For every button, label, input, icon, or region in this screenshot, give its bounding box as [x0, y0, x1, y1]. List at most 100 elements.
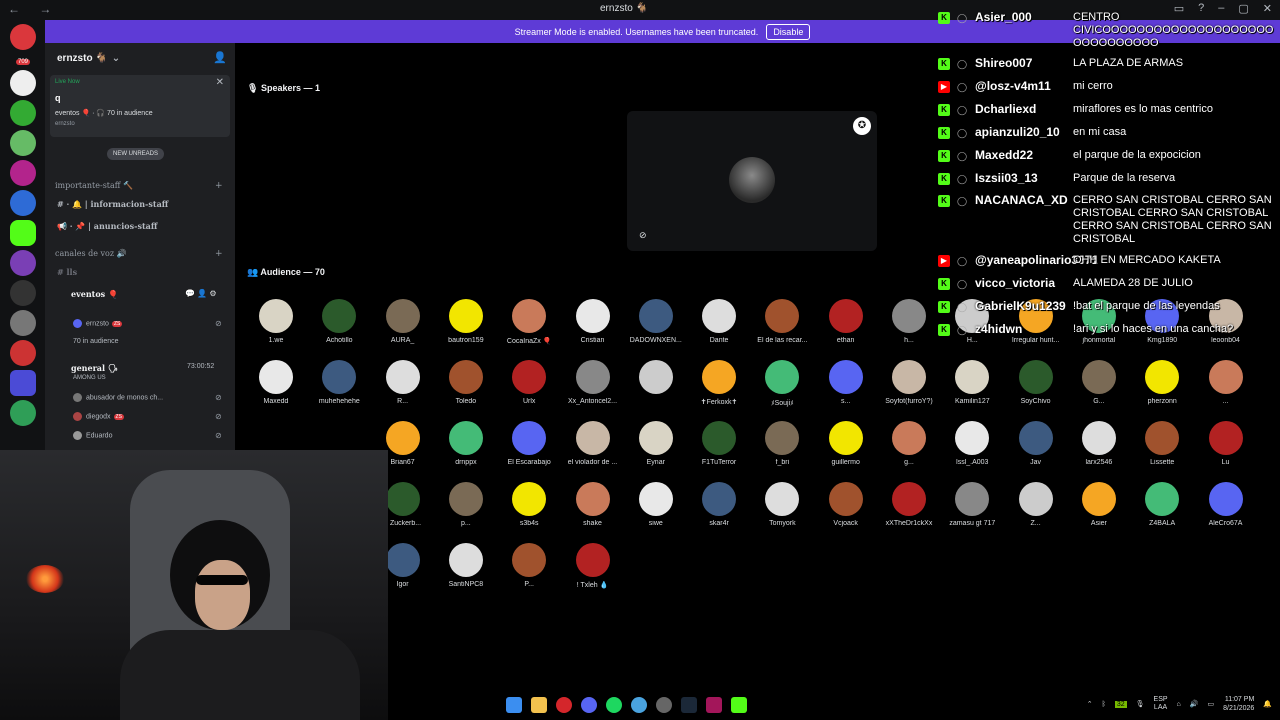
server-icon[interactable] [10, 100, 36, 126]
audience-member[interactable]: AURA_ [368, 299, 438, 344]
discord-home-icon[interactable] [10, 24, 36, 50]
notifications-icon[interactable]: 🔔 [1263, 700, 1272, 708]
disable-streamer-mode-button[interactable]: Disable [766, 23, 811, 40]
channel-lls[interactable]: # lls [57, 267, 77, 277]
file-explorer-icon[interactable] [531, 697, 547, 713]
audience-member[interactable]: ! Txleh 💧 [558, 543, 628, 589]
close-icon[interactable]: ✕ [216, 77, 224, 88]
stage-channel-eventos[interactable]: eventos 🎈 [71, 289, 118, 299]
audience-member[interactable]: p... [431, 482, 501, 527]
audience-member[interactable]: s... [811, 360, 881, 405]
steam-icon[interactable] [681, 697, 697, 713]
audience-member[interactable]: Tomyork [747, 482, 817, 527]
audience-member[interactable]: R... [368, 360, 438, 405]
premiere-server-icon[interactable] [10, 370, 36, 396]
battery-icon[interactable]: ▭ [1208, 700, 1215, 708]
audience-member[interactable]: AleCro67A [1191, 482, 1261, 527]
audience-member[interactable]: SoyChivo [1001, 360, 1071, 405]
server-icon[interactable] [10, 250, 36, 276]
audience-member[interactable]: drnppx [431, 421, 501, 466]
audience-member[interactable]: El Escarabajo [494, 421, 564, 466]
server-icon[interactable] [10, 310, 36, 336]
server-icon[interactable] [10, 400, 36, 426]
audience-member[interactable]: g... [874, 421, 944, 466]
audience-member[interactable]: Jav [1001, 421, 1071, 466]
audience-member[interactable]: larx2546 [1064, 421, 1134, 466]
live-now-panel[interactable]: Live Now ✕ q eventos 🎈 · 🎧 70 in audienc… [50, 75, 230, 137]
server-icon[interactable] [10, 280, 36, 306]
add-channel-icon[interactable]: + [215, 249, 223, 259]
audience-member[interactable]: Dante [684, 299, 754, 344]
next-app-icon[interactable] [706, 697, 722, 713]
network-icon[interactable]: ⌂ [1177, 701, 1181, 708]
server-icon[interactable] [10, 160, 36, 186]
audience-member[interactable]: ... [1191, 360, 1261, 405]
back-forward-nav[interactable]: ← → [8, 2, 59, 16]
voice-user[interactable]: abusador de monos ch... [73, 393, 163, 402]
obs-icon[interactable] [656, 697, 672, 713]
chevron-up-icon[interactable]: ⌃ [1087, 700, 1093, 708]
audience-member[interactable]: pherzonn [1127, 360, 1197, 405]
speaker-tile[interactable]: ✪ ⊘ [627, 111, 877, 251]
audience-member[interactable]: Achotillo [304, 299, 374, 344]
audience-member[interactable]: P... [494, 543, 564, 588]
audience-member[interactable]: Eynar [621, 421, 691, 466]
audience-member[interactable]: Lu [1191, 421, 1261, 466]
audience-member[interactable]: shake [558, 482, 628, 527]
category-canales-de-voz[interactable]: canales de voz 🔊 + [55, 249, 223, 259]
audience-member[interactable]: xXTheDr1ckXx [874, 482, 944, 527]
server-icon[interactable] [10, 190, 36, 216]
audience-member[interactable]: f_bri [747, 421, 817, 466]
clock[interactable]: 11:07 PM 8/21/2026 [1223, 695, 1254, 713]
audience-member[interactable]: siwe [621, 482, 691, 527]
audience-member[interactable]: ethan [811, 299, 881, 344]
audience-member[interactable]: Vcjoack [811, 482, 881, 527]
invite-icon[interactable]: 👤 [213, 51, 227, 64]
guild-header[interactable]: ernzsto 🐐 ⌄ 👤 [45, 43, 235, 73]
new-unreads-pill[interactable]: NEW UNREADS [107, 148, 165, 160]
category-importante-staff[interactable]: importante-staff 🔨 + [55, 181, 223, 191]
discord-icon[interactable] [581, 697, 597, 713]
audience-member[interactable]: lssl_.A003 [937, 421, 1007, 466]
audience-member[interactable] [621, 360, 691, 398]
audience-member[interactable]: Soyfot(furroY?) [874, 360, 944, 405]
voice-user[interactable]: Eduardo [73, 431, 112, 440]
audience-member[interactable]: Kamilin127 [937, 360, 1007, 405]
audience-member[interactable]: Urlx [494, 360, 564, 405]
audience-member[interactable]: h... [874, 299, 944, 344]
audience-member[interactable]: SantiNPC8 [431, 543, 501, 588]
voice-channel-general[interactable]: general 🗣 [71, 363, 118, 373]
voice-user[interactable]: diegodx ZS [73, 412, 124, 421]
audience-member[interactable]: G... [1064, 360, 1134, 405]
nvidia-icon[interactable]: 32 [1114, 700, 1127, 708]
audience-member[interactable]: Asier [1064, 482, 1134, 527]
server-icon[interactable] [10, 130, 36, 156]
mic-icon[interactable]: 🎙 [1136, 700, 1145, 708]
language-indicator[interactable]: ESP LAA [1154, 696, 1168, 712]
audience-member[interactable]: 1.we [241, 299, 311, 344]
server-icon[interactable] [10, 340, 36, 366]
chat-app-icon[interactable] [731, 697, 747, 713]
volume-icon[interactable]: 🔊 [1190, 700, 1199, 708]
audience-member[interactable]: DADOWNXEN... [621, 299, 691, 344]
kick-server-icon[interactable] [10, 220, 36, 246]
audience-member[interactable]: skar4r [684, 482, 754, 527]
edge-icon[interactable] [631, 697, 647, 713]
audience-member[interactable]: Z... [1001, 482, 1071, 527]
audience-member[interactable]: El de las recar... [747, 299, 817, 344]
audience-member[interactable]: ﾒSoujiﾒ [747, 360, 817, 408]
bluetooth-icon[interactable]: ᛒ [1102, 701, 1106, 708]
audience-member[interactable]: bautron159 [431, 299, 501, 344]
opera-icon[interactable] [556, 697, 572, 713]
audience-member[interactable]: ✝Ferkoxk✝ [684, 360, 754, 406]
audience-member[interactable]: Z4BALA [1127, 482, 1197, 527]
spotify-icon[interactable] [606, 697, 622, 713]
audience-member[interactable]: el violador de ... [558, 421, 628, 466]
audience-member[interactable]: Lissette [1127, 421, 1197, 466]
stage-user[interactable]: ernzsto ZS [73, 319, 123, 328]
audience-member[interactable]: muhehehehe [304, 360, 374, 405]
stage-controls[interactable]: 💬 👤 ⚙ [185, 289, 217, 298]
audience-member[interactable]: Maxedd [241, 360, 311, 405]
audience-member[interactable]: s3b4s [494, 482, 564, 527]
audience-member[interactable]: CocaInaZx 🎈 [494, 299, 564, 345]
